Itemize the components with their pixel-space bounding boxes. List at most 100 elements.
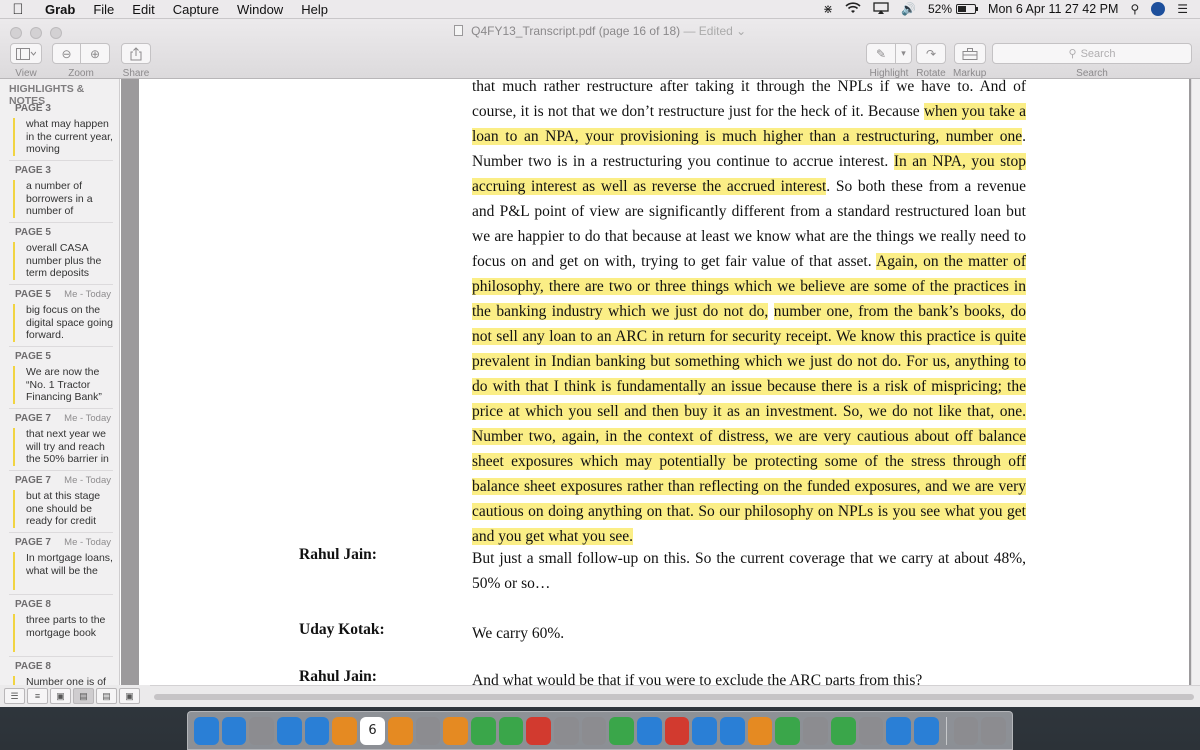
menu-window[interactable]: Window: [228, 0, 292, 19]
battery-status[interactable]: 52%: [928, 2, 979, 16]
launchpad-icon[interactable]: [249, 716, 275, 745]
zoom-in-button[interactable]: ⊕: [81, 43, 110, 64]
reminders-icon[interactable]: [415, 716, 441, 745]
spotlight-icon[interactable]: ⚲: [1130, 2, 1139, 16]
maps-icon[interactable]: [470, 716, 496, 745]
word-icon[interactable]: [720, 716, 745, 745]
safari-icon[interactable]: [277, 716, 302, 745]
share-label: Share: [122, 68, 150, 79]
bookmarks-view-button[interactable]: ▤: [96, 688, 117, 704]
preview-icon[interactable]: [304, 716, 330, 745]
markup-label: Markup: [953, 68, 987, 79]
calendar-icon[interactable]: 6: [360, 716, 385, 745]
zoom-out-button[interactable]: ⊖: [52, 43, 81, 64]
mail-icon[interactable]: [913, 716, 939, 745]
contact-sheet-view-button[interactable]: ▣: [50, 688, 71, 704]
thumbnails-view-button[interactable]: ☰: [4, 688, 25, 704]
note-excerpt: three parts to the mortgage book: [13, 614, 113, 652]
settings-icon[interactable]: [803, 716, 828, 745]
battery-icon: [956, 4, 979, 14]
note-page-label: PAGE 5: [15, 227, 51, 238]
document-area[interactable]: that much rather restructure after takin…: [121, 79, 1191, 685]
chrome-icon[interactable]: [775, 716, 801, 745]
apple-menu-icon[interactable]: : [0, 1, 36, 18]
keynote-icon[interactable]: [637, 716, 662, 745]
highlight-control: ✎ ▾ Highlight: [866, 43, 912, 79]
highlight-note-item[interactable]: PAGE 5 overall CASA number plus the term …: [9, 223, 113, 285]
view-button[interactable]: [10, 43, 42, 64]
highlight-note-item[interactable]: PAGE 5 Me - Today big focus on the digita…: [9, 285, 113, 347]
notes-icon[interactable]: [387, 716, 413, 745]
trash-icon[interactable]: [981, 716, 1006, 745]
menubar:  Grab File Edit Capture Window Help ⋇ 🔊…: [0, 0, 1200, 19]
highlight-note-item[interactable]: PAGE 7 Me - Today that next year we will t…: [9, 409, 113, 471]
menubar-clock[interactable]: Mon 6 Apr 11 27 42 PM: [988, 2, 1118, 16]
user-avatar-icon[interactable]: [1151, 2, 1166, 16]
highlight-note-item[interactable]: PAGE 8 Number one is of: [9, 657, 113, 685]
note-header: PAGE 5: [15, 227, 113, 238]
skype-icon[interactable]: [886, 716, 911, 745]
highlighted-text[interactable]: number one, from the bank’s books, do no…: [472, 303, 1027, 545]
siri-icon[interactable]: [221, 716, 247, 745]
facetime-icon[interactable]: [498, 716, 524, 745]
markup-button[interactable]: [953, 43, 986, 64]
note-header: PAGE 7 Me - Today: [15, 537, 113, 548]
pdf-file-icon: [453, 25, 463, 36]
zoom-label: Zoom: [68, 68, 94, 79]
highlight-note-item[interactable]: PAGE 3 what may happen in the current yea…: [9, 99, 113, 161]
bluetooth-icon[interactable]: ⋇: [823, 2, 833, 16]
speaker-name: Uday Kotak:: [299, 621, 385, 638]
search-input[interactable]: ⚲ Search: [992, 43, 1192, 64]
preview-window: Q4FY13_Transcript.pdf (page 16 of 18) — …: [0, 19, 1200, 707]
note-header: PAGE 3: [15, 103, 113, 114]
menu-help[interactable]: Help: [292, 0, 337, 19]
highlight-menu-button[interactable]: ▾: [896, 43, 912, 64]
calendar-day: 6: [368, 723, 377, 738]
grab-icon[interactable]: [858, 716, 884, 745]
rotate-button[interactable]: ↷: [916, 43, 946, 64]
rotate-label: Rotate: [916, 68, 946, 79]
toc-view-button[interactable]: ≡: [27, 688, 48, 704]
highlight-note-item[interactable]: PAGE 8 three parts to the mortgage book: [9, 595, 113, 657]
vertical-scrollbar[interactable]: [1191, 79, 1200, 685]
volume-icon[interactable]: 🔊: [901, 2, 916, 16]
note-excerpt: Number one is of: [13, 676, 113, 685]
note-page-label: PAGE 3: [15, 165, 51, 176]
finder-icon[interactable]: [194, 716, 219, 745]
itunes-icon[interactable]: [664, 716, 690, 745]
notification-center-icon[interactable]: ☰: [1177, 2, 1188, 16]
numbers-icon[interactable]: [609, 716, 634, 745]
textedit-icon[interactable]: [553, 716, 579, 745]
highlight-note-item[interactable]: PAGE 7 Me - Today In mortgage loans, what …: [9, 533, 113, 595]
share-control: Share: [121, 43, 151, 79]
highlight-note-item[interactable]: PAGE 7 Me - Today but at this stage one sh…: [9, 471, 113, 533]
photos-icon[interactable]: [443, 716, 468, 745]
scrollbar-thumb[interactable]: [154, 694, 1194, 700]
photobooth-icon[interactable]: [526, 716, 551, 745]
highlight-note-item[interactable]: PAGE 5 We are now the “No. 1 Tractor Fina…: [9, 347, 113, 409]
menu-edit[interactable]: Edit: [123, 0, 163, 19]
utterance-text: We carry 60%.: [472, 625, 565, 642]
highlight-button[interactable]: ✎: [866, 43, 896, 64]
utterance-text: And what would be that if you were to ex…: [472, 672, 923, 685]
sidebar-header: HIGHLIGHTS & NOTES: [9, 83, 85, 107]
note-excerpt: overall CASA number plus the term deposi…: [13, 242, 113, 280]
appstore-icon[interactable]: [692, 716, 718, 745]
highlights-view-button[interactable]: ▤: [73, 688, 94, 704]
excel-icon[interactable]: [830, 716, 856, 745]
downloads-icon[interactable]: [953, 716, 979, 745]
menu-app-grab[interactable]: Grab: [36, 0, 84, 19]
highlight-note-item[interactable]: PAGE 3 a number of borrowers in a number …: [9, 161, 113, 223]
menu-file[interactable]: File: [84, 0, 123, 19]
notefile-icon[interactable]: [332, 716, 358, 745]
share-button[interactable]: [121, 43, 151, 64]
airplay-icon[interactable]: [873, 1, 889, 17]
firefox-icon[interactable]: [747, 716, 773, 745]
calculator-icon[interactable]: [581, 716, 607, 745]
highlights-sidebar: HIGHLIGHTS & NOTES PAGE 3 what may happen…: [0, 79, 120, 685]
pages-view-button[interactable]: ▣: [119, 688, 140, 704]
document-title[interactable]: Q4FY13_Transcript.pdf (page 16 of 18) — …: [0, 24, 1200, 38]
horizontal-scrollbar[interactable]: [150, 685, 1200, 707]
wifi-icon[interactable]: [845, 1, 861, 17]
menu-capture[interactable]: Capture: [164, 0, 228, 19]
